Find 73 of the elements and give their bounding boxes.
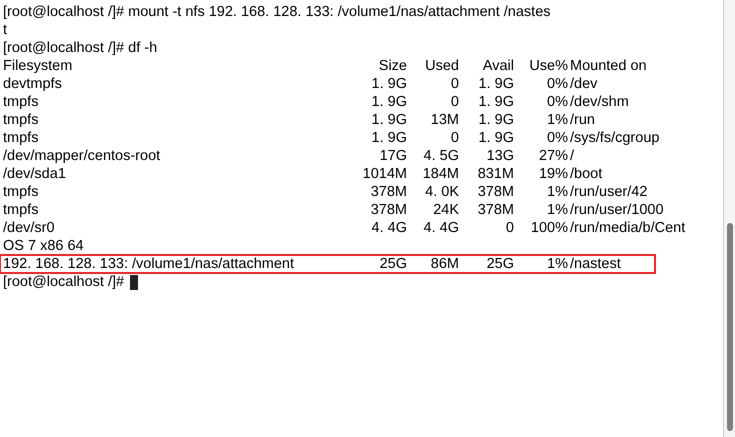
- use-percent-cell: 1%: [547, 202, 568, 218]
- avail-cell: 1. 9G: [478, 76, 514, 92]
- mount-point-cell: /run/user/42: [570, 184, 648, 200]
- size-cell: 4. 4G: [372, 220, 407, 236]
- filesystem-cell: /dev/mapper/centos-root: [3, 148, 160, 164]
- used-cell: 0: [450, 76, 459, 92]
- size-cell: 378M: [370, 184, 407, 200]
- size-cell: 1. 9G: [372, 130, 407, 146]
- size-cell: 1. 9G: [372, 112, 407, 128]
- filesystem-cell: tmpfs: [3, 202, 38, 218]
- mount-point-cell: /run/user/1000: [570, 202, 664, 218]
- size-cell: 378M: [370, 202, 407, 218]
- mount-point-cell: /run: [570, 112, 595, 128]
- mount-point-cell: /sys/fs/cgroup: [570, 130, 660, 146]
- terminal-line: t: [3, 21, 8, 39]
- avail-cell: 378M: [478, 184, 514, 200]
- use-percent-cell: 1%: [547, 184, 568, 200]
- used-cell: 24K: [433, 202, 459, 218]
- use-percent-cell: 1%: [547, 256, 568, 272]
- use-percent-cell: 0%: [547, 76, 568, 92]
- avail-cell: 1. 9G: [478, 112, 514, 128]
- used-cell: 86M: [430, 256, 459, 272]
- used-cell: 13M: [430, 112, 459, 128]
- filesystem-cell: /dev/sr0: [3, 220, 55, 236]
- use-percent-cell: 0%: [547, 94, 568, 110]
- text-cursor: [130, 274, 138, 290]
- size-cell: 17G: [380, 148, 407, 164]
- use-percent-cell: 100%: [530, 220, 568, 236]
- filesystem-cell: tmpfs: [3, 94, 38, 110]
- size-cell: 25G: [380, 256, 407, 272]
- used-cell: 4. 5G: [424, 148, 459, 164]
- mount-point-cell: /dev: [570, 76, 598, 92]
- mount-point-cell: /dev/shm: [570, 94, 629, 110]
- column-header: Size: [378, 58, 407, 74]
- mount-point-cell: /boot: [570, 166, 602, 182]
- used-cell: 0: [450, 130, 459, 146]
- scrollbar-thumb[interactable]: [726, 223, 732, 431]
- filesystem-cell: 192. 168. 128. 133: /volume1/nas/attachment: [3, 256, 294, 272]
- size-cell: 1014M: [362, 166, 407, 182]
- used-cell: 184M: [422, 166, 459, 182]
- mount-point-cell: /nastest: [570, 256, 621, 272]
- shell-prompt: [root@localhost /]#: [3, 273, 124, 291]
- used-cell: 4. 0K: [425, 184, 459, 200]
- terminal-line: [root@localhost /]# df -h: [3, 39, 158, 57]
- mount-point-cell: /: [570, 148, 574, 164]
- filesystem-cell: devtmpfs: [3, 76, 62, 92]
- column-header: Use%: [529, 58, 568, 74]
- avail-cell: 0: [506, 220, 514, 236]
- column-header: Avail: [482, 58, 514, 74]
- filesystem-cell: tmpfs: [3, 130, 38, 146]
- terminal-line: [root@localhost /]# mount -t nfs 192. 168. 128. 133: /volume1/nas/attachment /nastes: [3, 3, 551, 21]
- filesystem-cell: tmpfs: [3, 184, 38, 200]
- size-cell: 1. 9G: [372, 76, 407, 92]
- used-cell: 4. 4G: [424, 220, 459, 236]
- use-percent-cell: 0%: [547, 130, 568, 146]
- avail-cell: 1. 9G: [478, 94, 514, 110]
- use-percent-cell: 27%: [538, 148, 568, 164]
- filesystem-cell: tmpfs: [3, 112, 38, 128]
- filesystem-cell: /dev/sda1: [3, 166, 66, 182]
- avail-cell: 378M: [478, 202, 514, 218]
- size-cell: 1. 9G: [372, 94, 407, 110]
- column-header: Mounted on: [570, 58, 647, 74]
- use-percent-cell: 19%: [538, 166, 568, 182]
- used-cell: 0: [450, 94, 459, 110]
- avail-cell: 1. 9G: [478, 130, 514, 146]
- terminal-line: OS 7 x86 64: [3, 237, 84, 255]
- mount-point-cell: /run/media/b/Cent: [570, 220, 686, 236]
- avail-cell: 13G: [486, 148, 514, 164]
- column-header: Filesystem: [3, 58, 72, 74]
- use-percent-cell: 1%: [547, 112, 568, 128]
- column-header: Used: [425, 58, 459, 74]
- avail-cell: 25G: [486, 256, 514, 272]
- avail-cell: 831M: [478, 166, 514, 182]
